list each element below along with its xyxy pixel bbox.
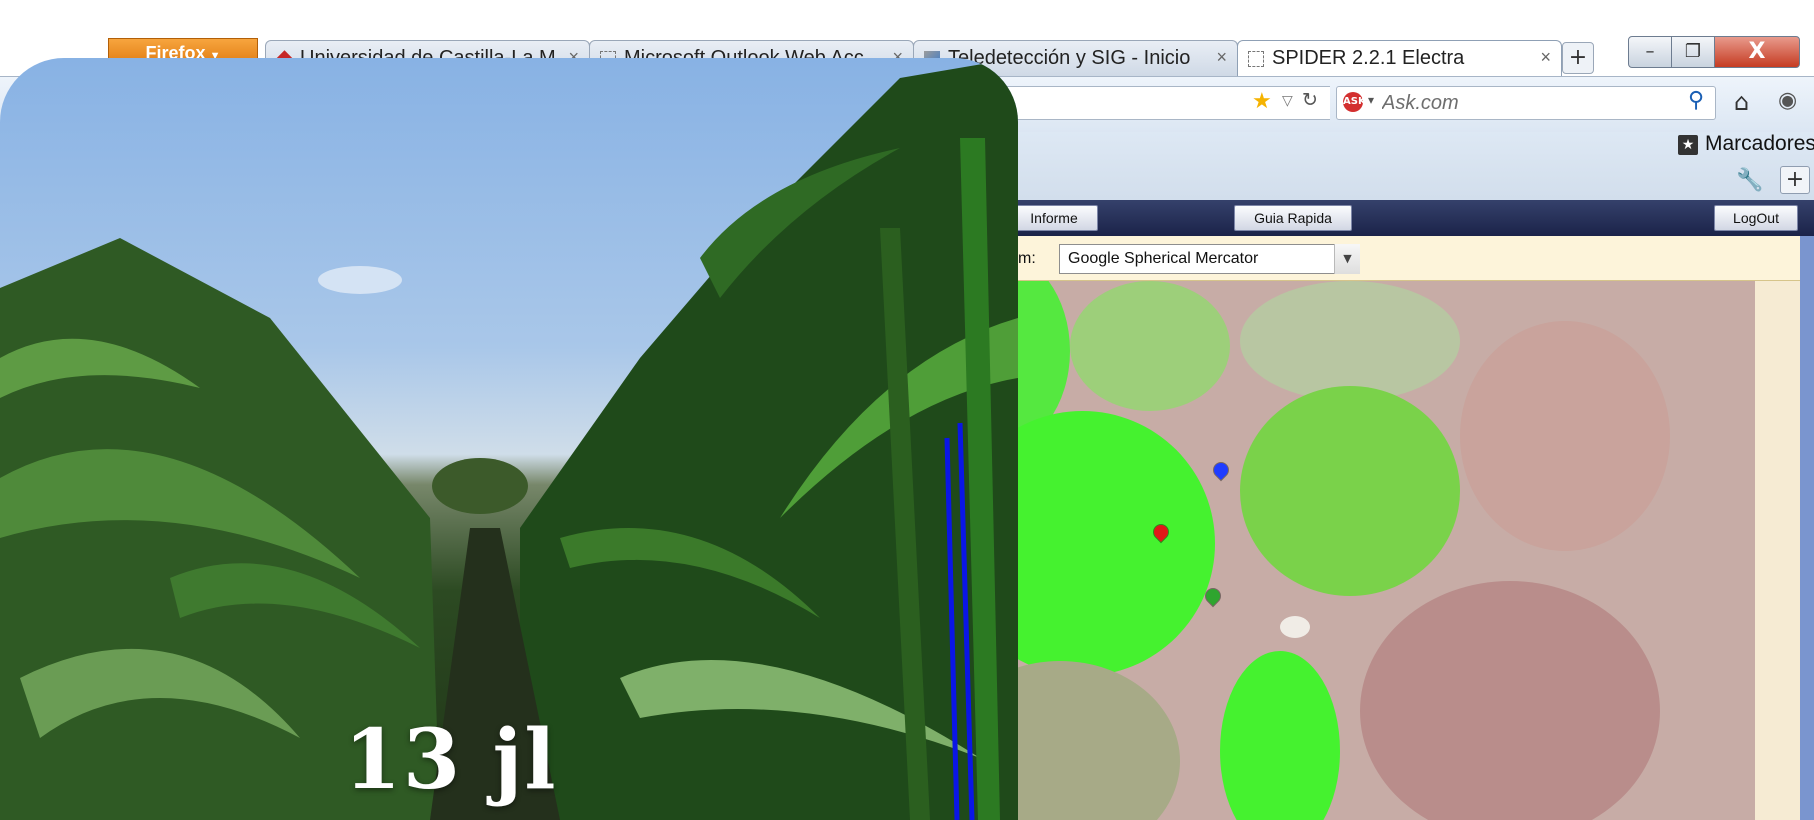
cornfield-photo	[0, 58, 1018, 820]
maximize-button[interactable]: ❐	[1671, 36, 1715, 68]
map-viewport[interactable]	[940, 281, 1755, 820]
logout-button[interactable]: LogOut	[1714, 205, 1798, 231]
projection-value: Google Spherical Mercator	[1068, 250, 1259, 267]
field-circle	[1220, 651, 1340, 820]
tab-close-icon[interactable]: ×	[1540, 47, 1551, 68]
bookmarks-menu[interactable]: Marcadores	[1705, 132, 1814, 156]
map-side-panel	[1755, 281, 1800, 820]
tab-spider[interactable]: SPIDER 2.2.1 Electra ×	[1237, 40, 1562, 76]
bookmarks-star-icon: ★	[1678, 135, 1698, 155]
home-icon[interactable]: ⌂	[1734, 88, 1749, 116]
minimize-button[interactable]: –	[1628, 36, 1672, 68]
new-tab-button[interactable]: +	[1562, 42, 1594, 74]
projection-select[interactable]: Google Spherical Mercator	[1059, 244, 1359, 274]
informe-button[interactable]: Informe	[1010, 205, 1098, 231]
blank-page-icon	[1248, 51, 1264, 67]
cloud	[318, 266, 402, 294]
search-icon[interactable]: ⚲	[1688, 88, 1704, 113]
field-circle	[1240, 386, 1460, 596]
chevron-down-icon[interactable]: ▼	[1334, 244, 1360, 274]
star-icon[interactable]: ★	[1252, 89, 1272, 114]
photo-caption: 13 jl	[344, 712, 558, 808]
guia-rapida-button[interactable]: Guia Rapida	[1234, 205, 1352, 231]
field-circle	[1070, 281, 1230, 411]
reload-icon[interactable]: ↻	[1302, 89, 1318, 111]
eye-icon[interactable]: ◉	[1778, 88, 1797, 113]
add-button[interactable]: +	[1780, 166, 1810, 194]
tab-title: SPIDER 2.2.1 Electra	[1272, 47, 1465, 69]
close-window-button[interactable]: X	[1714, 36, 1800, 68]
projection-label: m:	[1018, 250, 1036, 267]
field-circle	[1360, 581, 1660, 820]
bright-spot	[1280, 616, 1310, 638]
field-circle	[1460, 321, 1670, 551]
page-border	[1800, 236, 1814, 820]
url-dropdown-icon[interactable]: ▽	[1282, 93, 1293, 109]
distant-tree	[432, 458, 528, 514]
chevron-down-icon[interactable]: ▾	[1368, 93, 1374, 107]
cornfield-illustration	[0, 58, 1018, 820]
ask-logo-icon[interactable]: ASK	[1343, 92, 1366, 112]
field-circle	[1240, 281, 1460, 401]
tab-close-icon[interactable]: ×	[1216, 47, 1227, 68]
search-input[interactable]	[1382, 90, 1682, 116]
wrench-icon[interactable]: 🔧	[1736, 168, 1763, 193]
